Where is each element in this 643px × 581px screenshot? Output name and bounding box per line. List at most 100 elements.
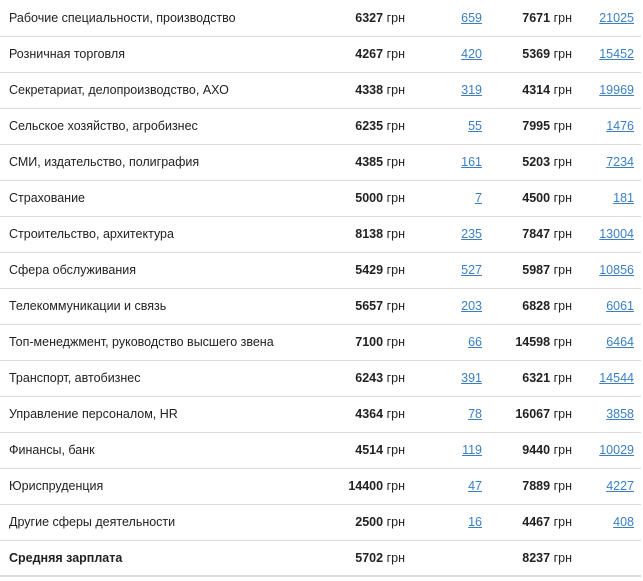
currency-label: грн bbox=[386, 479, 405, 493]
category-name: Финансы, банк bbox=[0, 432, 282, 469]
salary-cell: 6243 грн bbox=[282, 360, 408, 397]
resume-count-link[interactable]: 7234 bbox=[606, 155, 634, 169]
vacancy-count-link[interactable]: 235 bbox=[461, 227, 482, 241]
resume-count-link[interactable]: 408 bbox=[613, 515, 634, 529]
salary-value: 4514 bbox=[355, 443, 384, 457]
resume-count-link[interactable]: 15452 bbox=[599, 47, 634, 61]
currency-label: грн bbox=[553, 550, 572, 565]
salary-value: 7100 bbox=[355, 335, 384, 349]
vacancy-count-link[interactable]: 119 bbox=[462, 443, 482, 457]
salary-value: 4467 bbox=[522, 515, 551, 529]
salary-value: 5000 bbox=[355, 191, 384, 205]
resume-count-link[interactable]: 181 bbox=[613, 191, 634, 205]
salary-value: 6828 bbox=[522, 299, 551, 313]
resume-count-cell: 13004 bbox=[574, 216, 641, 253]
resume-count-link[interactable]: 3858 bbox=[606, 407, 634, 421]
vacancy-count-link[interactable]: 527 bbox=[461, 263, 482, 277]
resume-count-link[interactable]: 6061 bbox=[606, 299, 634, 313]
vacancy-count-link[interactable]: 319 bbox=[461, 83, 482, 97]
salary-value: 5429 bbox=[355, 263, 384, 277]
salary-cell: 9440 грн bbox=[486, 432, 574, 469]
resume-count-cell: 6061 bbox=[574, 288, 641, 325]
category-name: Сельское хозяйство, агробизнес bbox=[0, 108, 282, 145]
resume-count-cell: 7234 bbox=[574, 144, 641, 181]
currency-label: грн bbox=[386, 299, 405, 313]
currency-label: грн bbox=[553, 47, 572, 61]
salary-value: 6243 bbox=[355, 371, 384, 385]
table-row: Юриспруденция 14400 грн 47 7889 грн 4227 bbox=[0, 468, 641, 505]
vacancy-count-link[interactable]: 78 bbox=[468, 407, 482, 421]
resume-count-link[interactable]: 6464 bbox=[606, 335, 634, 349]
currency-label: грн bbox=[386, 407, 405, 421]
vacancy-count-link[interactable]: 47 bbox=[468, 479, 482, 493]
table-row: Сельское хозяйство, агробизнес 6235 грн 55… bbox=[0, 108, 641, 145]
salary-cell: 6327 грн bbox=[282, 0, 408, 37]
resume-count-cell: 1476 bbox=[574, 108, 641, 145]
vacancy-count-cell: 47 bbox=[408, 468, 486, 505]
currency-label: грн bbox=[553, 299, 572, 313]
salary-cell: 16067 грн bbox=[486, 396, 574, 433]
vacancy-count-cell: 7 bbox=[408, 180, 486, 217]
vacancy-count-link[interactable]: 659 bbox=[461, 11, 482, 25]
salary-cell: 4467 грн bbox=[486, 504, 574, 541]
vacancy-count-link[interactable]: 203 bbox=[461, 299, 482, 313]
resume-count-link[interactable]: 21025 bbox=[599, 11, 634, 25]
vacancy-count-link[interactable]: 161 bbox=[461, 155, 482, 169]
salary-table: Рабочие специальности, производство 6327 … bbox=[0, 0, 641, 577]
salary-cell: 6235 грн bbox=[282, 108, 408, 145]
total-salary-value: 8237 bbox=[522, 550, 551, 565]
resume-count-link[interactable]: 13004 bbox=[599, 227, 634, 241]
salary-cell: 5987 грн bbox=[486, 252, 574, 289]
currency-label: грн bbox=[386, 227, 405, 241]
salary-value: 4385 bbox=[355, 155, 384, 169]
salary-value: 5987 bbox=[522, 263, 551, 277]
table-row: Финансы, банк 4514 грн 119 9440 грн 10029 bbox=[0, 432, 641, 469]
table-row: Секретариат, делопроизводство, АХО 4338 г… bbox=[0, 72, 641, 109]
salary-cell: 4364 грн bbox=[282, 396, 408, 433]
currency-label: грн bbox=[553, 155, 572, 169]
resume-count-link[interactable]: 4227 bbox=[606, 479, 634, 493]
currency-label: грн bbox=[553, 119, 572, 133]
vacancy-count-link[interactable]: 7 bbox=[475, 191, 482, 205]
resume-count-link[interactable]: 10029 bbox=[599, 443, 634, 457]
resume-count-link[interactable]: 10856 bbox=[599, 263, 634, 277]
salary-value: 7889 bbox=[522, 479, 551, 493]
salary-value: 4314 bbox=[522, 83, 551, 97]
category-name: Топ-менеджмент, руководство высшего звен… bbox=[0, 324, 282, 361]
category-name: Секретариат, делопроизводство, АХО bbox=[0, 72, 282, 109]
empty-cell bbox=[408, 540, 486, 577]
salary-value: 2500 bbox=[355, 515, 384, 529]
currency-label: грн bbox=[553, 371, 572, 385]
vacancy-count-link[interactable]: 391 bbox=[461, 371, 482, 385]
vacancy-count-cell: 319 bbox=[408, 72, 486, 109]
salary-cell: 5429 грн bbox=[282, 252, 408, 289]
currency-label: грн bbox=[386, 263, 405, 277]
vacancy-count-cell: 66 bbox=[408, 324, 486, 361]
salary-cell: 4267 грн bbox=[282, 36, 408, 73]
category-name: Розничная торговля bbox=[0, 36, 282, 73]
salary-cell: 6321 грн bbox=[486, 360, 574, 397]
vacancy-count-link[interactable]: 420 bbox=[461, 47, 482, 61]
vacancy-count-link[interactable]: 66 bbox=[468, 335, 482, 349]
resume-count-link[interactable]: 19969 bbox=[599, 83, 634, 97]
vacancy-count-link[interactable]: 16 bbox=[468, 515, 482, 529]
salary-value: 16067 bbox=[515, 407, 551, 421]
salary-cell: 8138 грн bbox=[282, 216, 408, 253]
salary-cell: 2500 грн bbox=[282, 504, 408, 541]
salary-cell: 7847 грн bbox=[486, 216, 574, 253]
table-row: Рабочие специальности, производство 6327 … bbox=[0, 0, 641, 37]
resume-count-link[interactable]: 1476 bbox=[606, 119, 634, 133]
salary-cell: 7995 грн bbox=[486, 108, 574, 145]
resume-count-cell: 408 bbox=[574, 504, 641, 541]
salary-value: 4267 bbox=[355, 47, 384, 61]
salary-value: 14400 bbox=[348, 479, 384, 493]
salary-value: 5657 bbox=[355, 299, 384, 313]
currency-label: грн bbox=[553, 191, 572, 205]
total-salary-value: 5702 bbox=[355, 550, 384, 565]
salary-cell: 5369 грн bbox=[486, 36, 574, 73]
table-row: СМИ, издательство, полиграфия 4385 грн 161… bbox=[0, 144, 641, 181]
resume-count-link[interactable]: 14544 bbox=[599, 371, 634, 385]
resume-count-cell: 10856 bbox=[574, 252, 641, 289]
salary-value: 9440 bbox=[522, 443, 551, 457]
vacancy-count-link[interactable]: 55 bbox=[468, 119, 482, 133]
